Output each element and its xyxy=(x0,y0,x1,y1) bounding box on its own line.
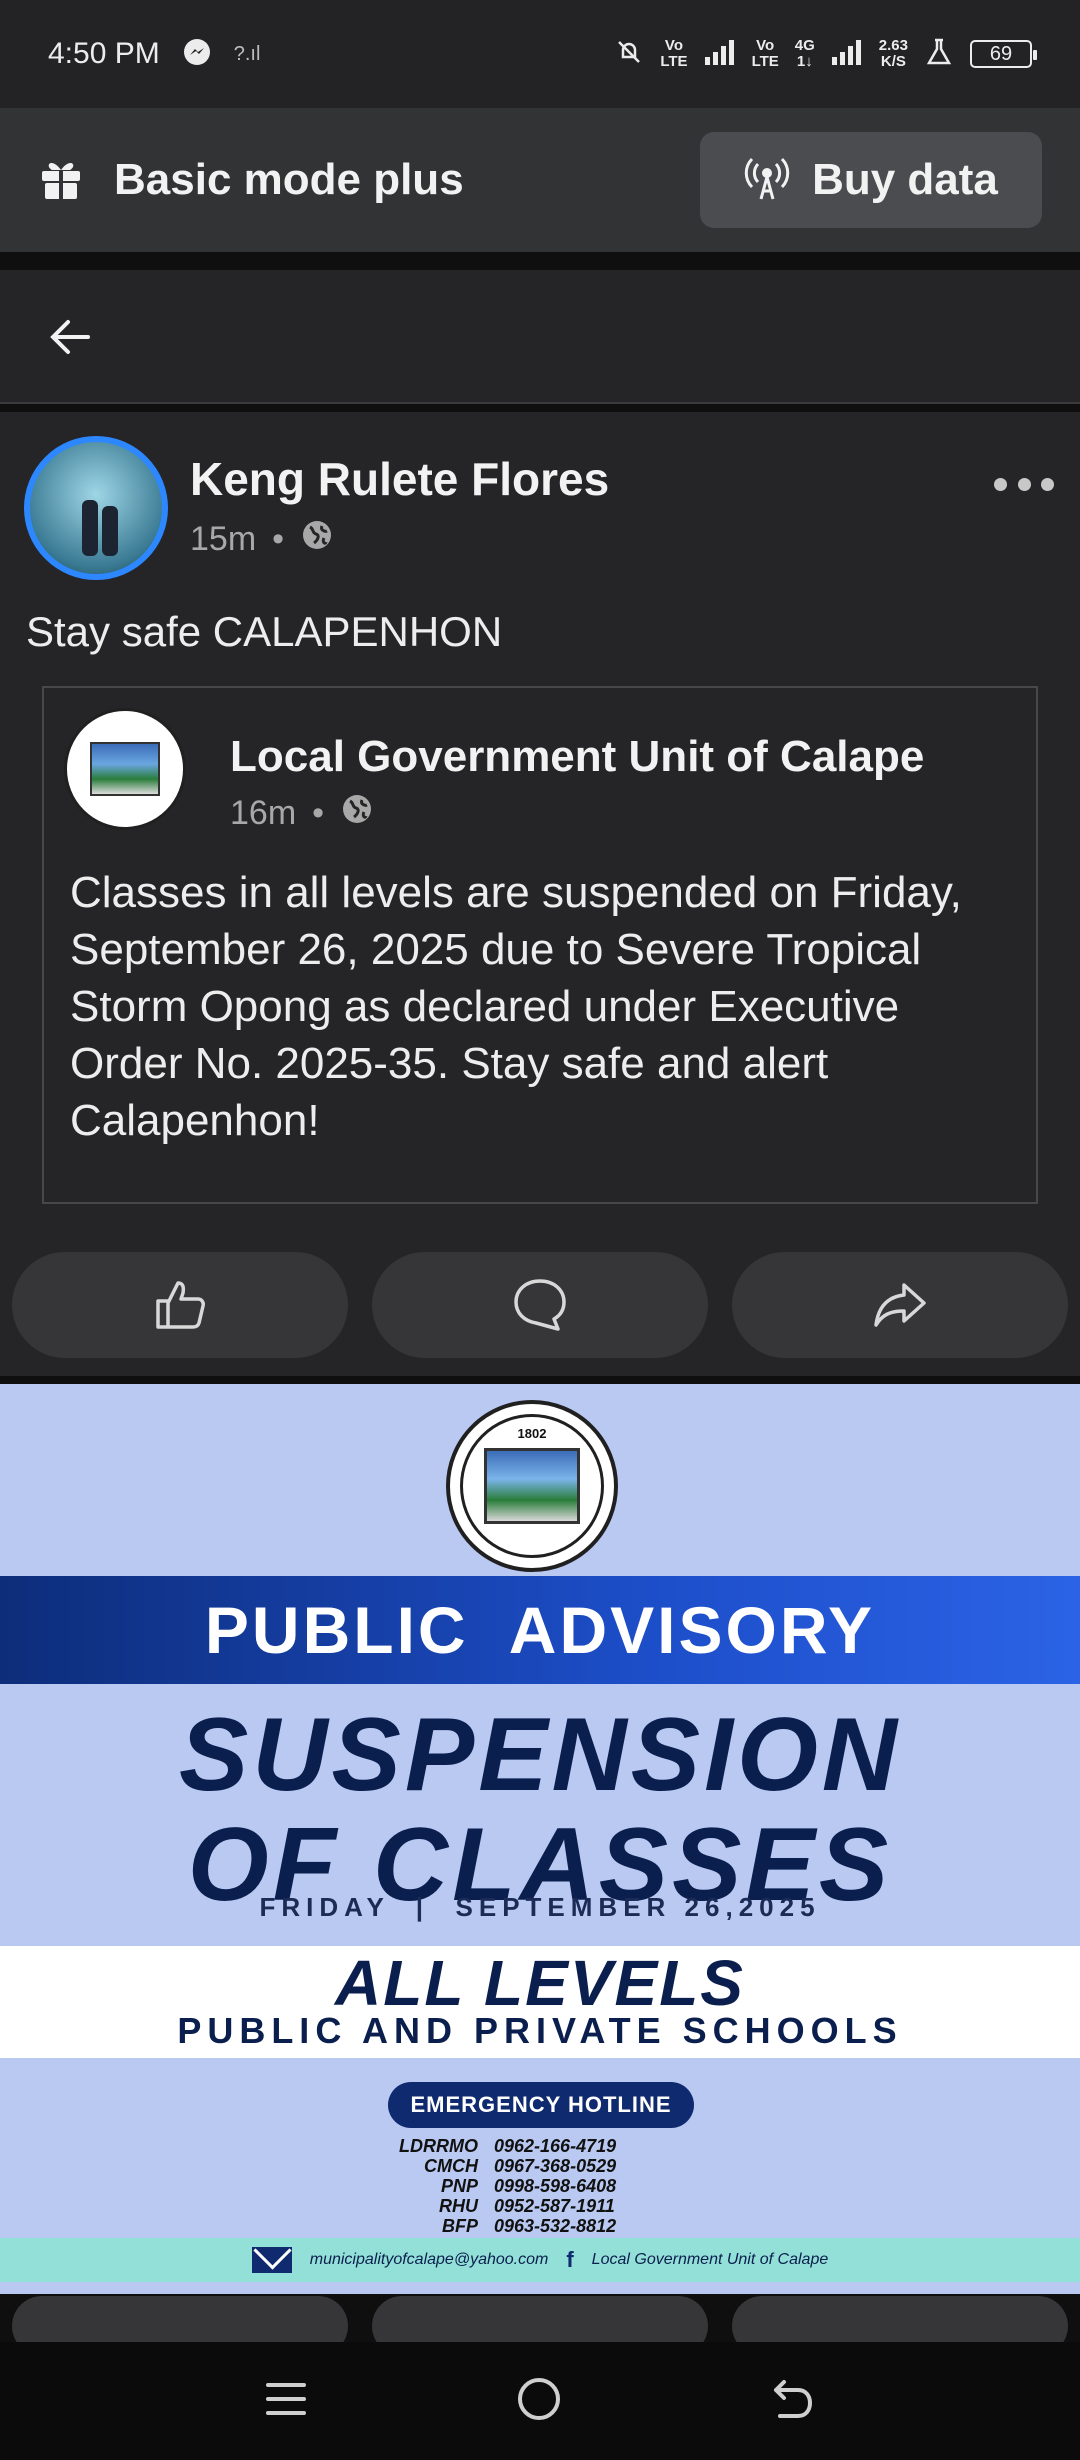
no-sim-signal-icon: ?.ıl xyxy=(233,42,261,65)
hotline-row: PNP 0998-598-6408 xyxy=(440,2176,617,2196)
volte-2-indicator: Vo LTE xyxy=(751,37,779,70)
page-logo[interactable] xyxy=(64,708,186,830)
hotline-row: RHU 0952-587-1911 xyxy=(439,2196,615,2216)
mode-title: Basic mode plus xyxy=(114,155,464,204)
date-line: FRIDAY | SEPTEMBER 26,2025 xyxy=(259,1892,821,1922)
back-gesture-icon xyxy=(774,2379,812,2418)
clock: 4:50 PM xyxy=(48,37,160,70)
home-circle-icon xyxy=(518,2377,560,2420)
comment-icon xyxy=(514,1279,566,1331)
next-post-actions xyxy=(12,2296,1068,2356)
post-actions xyxy=(12,1252,1068,1358)
signal-1-icon xyxy=(704,39,736,70)
schools-text: PUBLIC AND PRIVATE SCHOOLS xyxy=(177,2010,903,2051)
network-speed: 2.63 K/S xyxy=(878,37,908,70)
post-meta: 15m • xyxy=(190,518,334,561)
home-button[interactable] xyxy=(516,2376,562,2427)
system-navigation-bar xyxy=(0,2342,1080,2460)
battery-indicator: 69 xyxy=(970,40,1037,68)
volte-1-indicator: Vo LTE xyxy=(660,37,688,70)
advisory-band: PUBLIC ADVISORY xyxy=(0,1576,1080,1684)
mail-icon xyxy=(251,2247,292,2273)
messenger-icon xyxy=(182,37,212,72)
more-options-button[interactable] xyxy=(994,472,1054,496)
buy-data-label: Buy data xyxy=(812,155,998,204)
contact-email: municipalityofcalape@yahoo.com xyxy=(309,2251,549,2268)
facebook-icon: f xyxy=(566,2247,574,2272)
shared-post-text: Classes in all levels are suspended on F… xyxy=(70,868,962,1145)
hotline-row: BFP 0963-532-8812 xyxy=(442,2216,617,2236)
hotline-label: EMERGENCY HOTLINE xyxy=(388,2082,694,2128)
like-button[interactable] xyxy=(12,1252,348,1358)
municipal-seal: 1802 xyxy=(446,1400,618,1572)
menu-icon xyxy=(266,2382,306,2415)
share-button[interactable] xyxy=(732,1252,1068,1358)
navigation-bar xyxy=(0,270,1080,404)
shared-meta: 16m • xyxy=(230,792,374,835)
advisory-image[interactable]: 1802 PUBLIC ADVISORY SUSPENSION OF CLASS… xyxy=(0,1384,1080,2294)
contact-strip: municipalityofcalape@yahoo.com f Local G… xyxy=(0,2238,1080,2282)
status-bar: 4:50 PM ?.ıl Vo LTE Vo LTE 4G 1↓ 2.63 K/S 69 xyxy=(0,0,1080,108)
globe-icon xyxy=(300,518,334,561)
avatar[interactable] xyxy=(24,436,168,580)
shared-page-name[interactable]: Local Government Unit of Calape xyxy=(230,732,924,782)
basic-mode-bar: Basic mode plus Buy data xyxy=(0,108,1080,252)
headline: SUSPENSION OF CLASSES xyxy=(179,1697,901,1923)
comment-button[interactable] xyxy=(372,1252,708,1358)
post-author[interactable]: Keng Rulete Flores xyxy=(190,452,609,506)
contact-facebook: Local Government Unit of Calape xyxy=(591,2251,829,2268)
shared-time: 16m xyxy=(230,794,297,832)
globe-icon xyxy=(340,792,374,835)
post-card: Keng Rulete Flores 15m • Stay safe CALAP… xyxy=(0,412,1080,1376)
flask-icon xyxy=(924,37,954,72)
broadcast-icon xyxy=(744,155,790,206)
advisory-title: PUBLIC ADVISORY xyxy=(204,1593,876,1667)
network-type-indicator: 4G 1↓ xyxy=(794,37,815,70)
hotline-list: LDRRMO 0962-166-4719 CMCH 0967-368-0529 PN… xyxy=(388,2136,694,2236)
hotline-row: LDRRMO 0962-166-4719 xyxy=(399,2136,617,2156)
recent-apps-button[interactable] xyxy=(264,2377,308,2426)
gift-icon xyxy=(38,155,84,206)
back-button[interactable] xyxy=(44,310,98,364)
share-icon xyxy=(874,1283,926,1327)
mute-icon xyxy=(614,37,644,72)
levels-text: ALL LEVELS xyxy=(335,1947,745,2019)
signal-2-icon xyxy=(831,39,863,70)
hotline-row: CMCH 0967-368-0529 xyxy=(424,2156,617,2176)
back-nav-button[interactable] xyxy=(770,2376,816,2427)
back-arrow-icon xyxy=(50,320,90,354)
post-text: Stay safe CALAPENHON xyxy=(26,608,503,655)
post-time: 15m xyxy=(190,520,257,558)
thumbs-up-icon xyxy=(156,1281,205,1329)
buy-data-button[interactable]: Buy data xyxy=(700,132,1042,228)
shared-post[interactable]: Local Government Unit of Calape 16m • Cl… xyxy=(42,686,1038,1204)
